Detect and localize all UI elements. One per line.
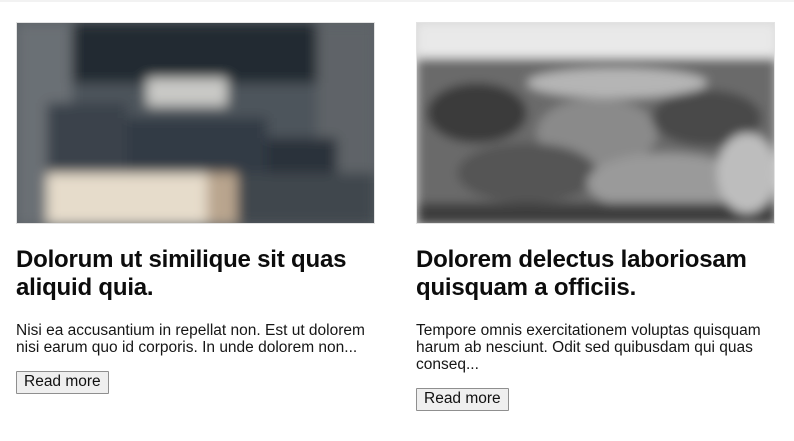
article-card: Dolorum ut similique sit quas aliquid qu… — [16, 22, 375, 411]
article-image[interactable] — [16, 22, 375, 224]
article-title[interactable]: Dolorum ut similique sit quas aliquid qu… — [16, 246, 375, 302]
article-image[interactable] — [416, 22, 775, 224]
article-excerpt: Tempore omnis exercitationem voluptas qu… — [416, 322, 761, 373]
blurred-interior-photo — [17, 23, 374, 223]
top-divider — [0, 0, 794, 2]
read-more-button[interactable]: Read more — [416, 388, 509, 411]
article-card: Dolorem delectus laboriosam quisquam a o… — [416, 22, 775, 411]
read-more-button[interactable]: Read more — [16, 371, 109, 394]
article-title[interactable]: Dolorem delectus laboriosam quisquam a o… — [416, 246, 775, 302]
page: Dolorum ut similique sit quas aliquid qu… — [0, 0, 794, 441]
article-excerpt: Nisi ea accusantium in repellat non. Est… — [16, 322, 365, 356]
blurred-landscape-photo — [417, 23, 774, 223]
article-list: Dolorum ut similique sit quas aliquid qu… — [16, 22, 775, 411]
